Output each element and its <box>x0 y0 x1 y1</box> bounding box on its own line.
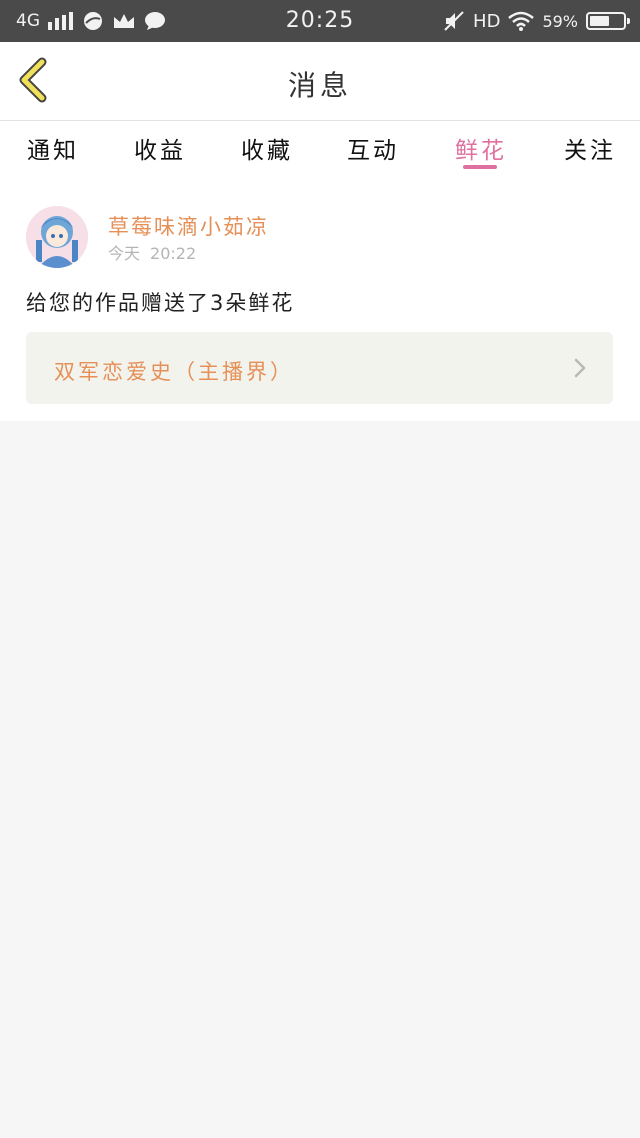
active-tab-indicator <box>463 165 497 169</box>
status-bar-right: HD 59% <box>443 9 630 33</box>
avatar[interactable] <box>26 206 88 268</box>
mute-icon <box>443 11 465 31</box>
tab-earnings[interactable]: 收益 <box>115 131 205 165</box>
tab-following[interactable]: 关注 <box>545 131 635 165</box>
hd-label: HD <box>473 10 501 32</box>
timestamp-day: 今天 <box>108 244 141 263</box>
tab-bar: 通知 收益 收藏 互动 鲜花 关注 <box>0 121 640 173</box>
work-link[interactable]: 双军恋爱史（主播界） <box>26 332 613 404</box>
flower-notification-card: 草莓味滴小茹凉 今天 20:22 给您的作品赠送了3朵鲜花 双军恋爱史（主播界） <box>0 173 640 421</box>
notification-message: 给您的作品赠送了3朵鲜花 <box>26 291 295 315</box>
timestamp: 今天 20:22 <box>108 240 196 264</box>
timestamp-time: 20:22 <box>150 244 197 263</box>
battery-tip <box>627 18 630 24</box>
tab-flowers[interactable]: 鲜花 <box>436 131 526 165</box>
chevron-right-icon <box>574 358 586 378</box>
battery-icon <box>586 12 630 30</box>
work-title: 双军恋爱史（主播界） <box>54 360 294 384</box>
page-title: 消息 <box>287 69 352 102</box>
tab-notifications[interactable]: 通知 <box>8 131 98 165</box>
sender-username[interactable]: 草莓味滴小茹凉 <box>108 211 269 241</box>
battery-level <box>590 16 609 26</box>
status-bar: 4G 20:25 HD 59% <box>0 0 640 42</box>
title-bar: 消息 <box>0 42 640 121</box>
avatar-image <box>26 206 88 268</box>
tab-favorites[interactable]: 收藏 <box>222 131 312 165</box>
battery-percent: 59% <box>542 11 578 31</box>
tab-interactions[interactable]: 互动 <box>328 131 418 165</box>
wifi-icon <box>508 11 535 31</box>
